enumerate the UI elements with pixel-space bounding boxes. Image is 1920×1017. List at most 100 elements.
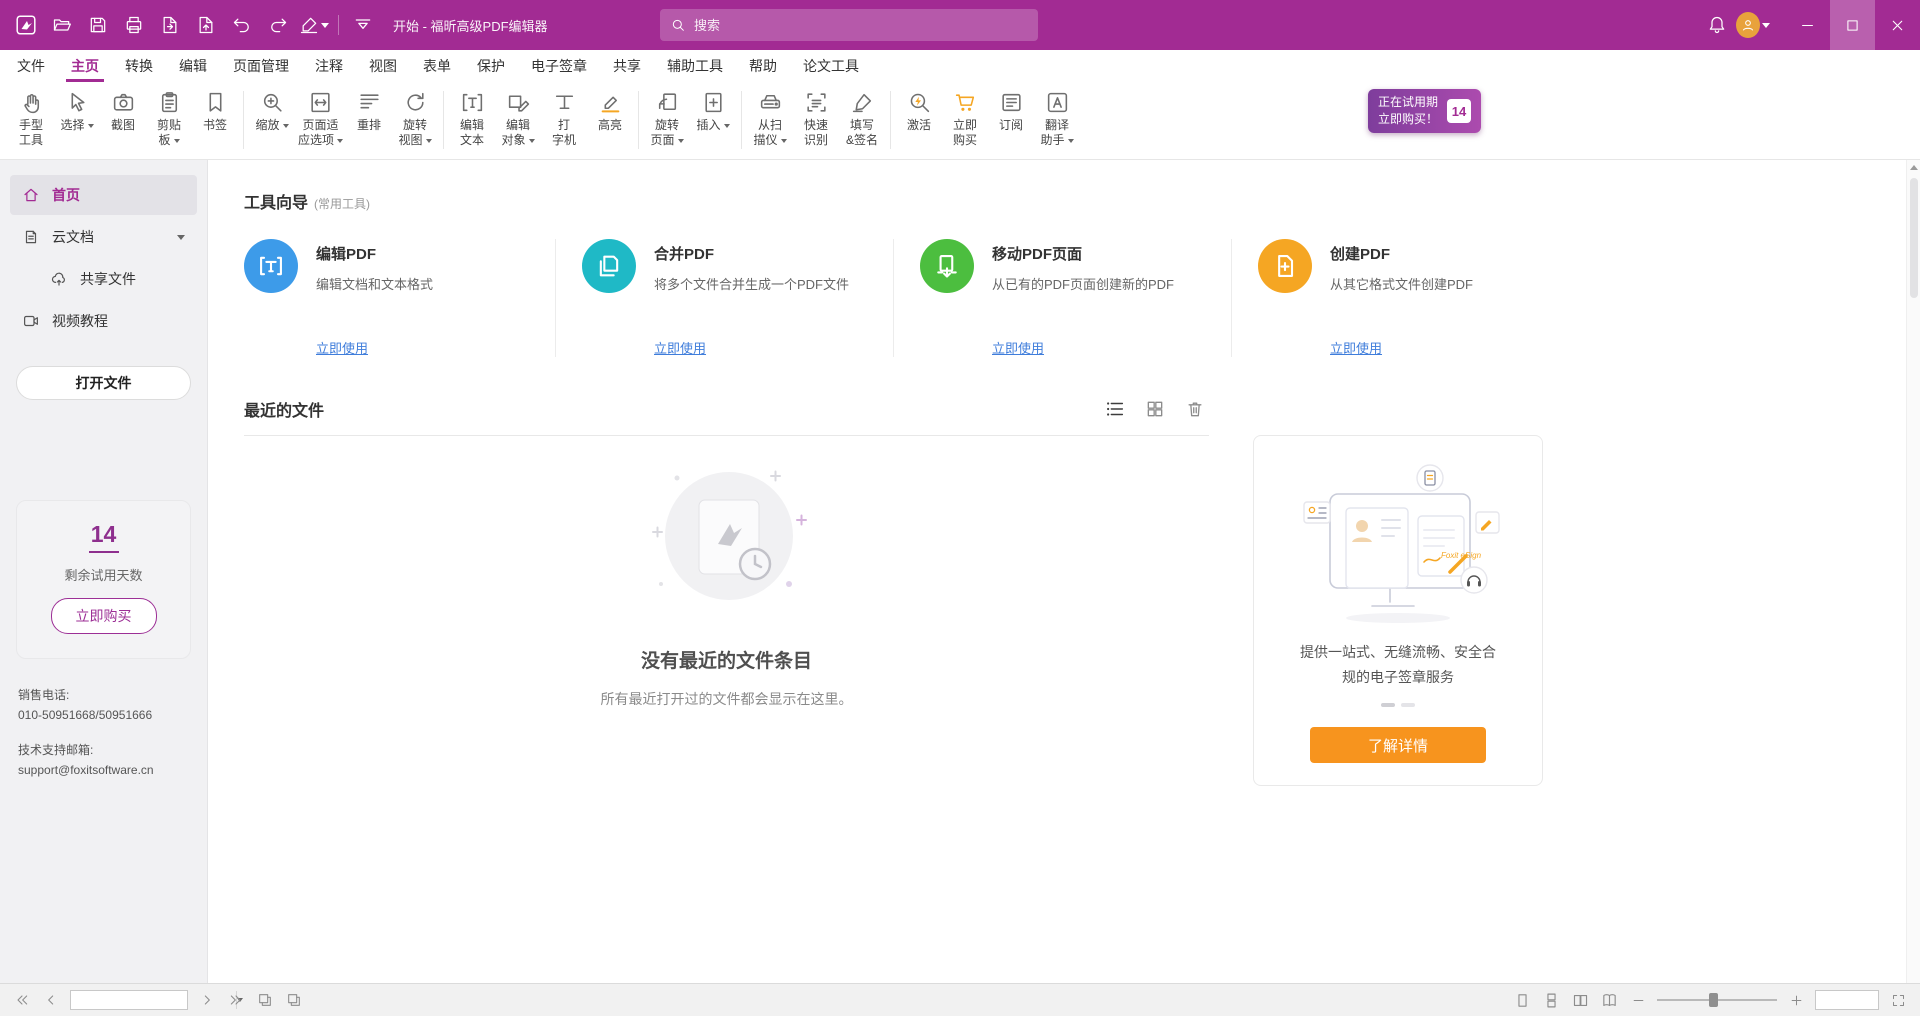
carousel-dot[interactable]	[1401, 703, 1415, 707]
use-now-link[interactable]: 立即使用	[992, 338, 1174, 357]
menu-item-edit[interactable]: 编辑	[166, 49, 220, 82]
menu-item-share[interactable]: 共享	[600, 49, 654, 82]
search-bar[interactable]	[660, 9, 1038, 41]
facing-view-icon[interactable]	[1570, 990, 1590, 1010]
learn-more-button[interactable]: 了解详情	[1310, 727, 1486, 763]
app-logo-icon[interactable]	[9, 8, 43, 42]
save-icon[interactable]	[81, 8, 115, 42]
use-now-link[interactable]: 立即使用	[1330, 338, 1473, 357]
ribbon-bookmark-tool[interactable]: 书签	[192, 88, 238, 135]
caret-down-icon	[426, 139, 432, 143]
tool-card-create-pdf[interactable]: 创建PDF 从其它格式文件创建PDF 立即使用	[1258, 239, 1570, 357]
zoom-in-button[interactable]	[1786, 990, 1806, 1010]
search-input[interactable]	[694, 18, 1028, 33]
carousel-dots[interactable]	[1381, 703, 1415, 707]
sidebar-item-home[interactable]: 首页	[10, 175, 197, 215]
ribbon-subscribe[interactable]: 订阅	[988, 88, 1034, 135]
single-page-view-icon[interactable]	[1512, 990, 1532, 1010]
grid-view-icon[interactable]	[1143, 397, 1167, 421]
ribbon-activate[interactable]: 激活	[896, 88, 942, 135]
minimize-button[interactable]	[1785, 0, 1830, 50]
redo-icon[interactable]	[261, 8, 295, 42]
scrollbar-thumb[interactable]	[1910, 178, 1918, 298]
next-page-button[interactable]	[197, 990, 217, 1010]
tool-card-move-pdf-pages[interactable]: 移动PDF页面 从已有的PDF页面创建新的PDF 立即使用	[920, 239, 1232, 357]
open-file-icon[interactable]	[45, 8, 79, 42]
menu-item-file[interactable]: 文件	[4, 49, 58, 82]
ribbon-typewriter[interactable]: 打 字机	[541, 88, 587, 150]
copy-page-icon[interactable]	[284, 990, 304, 1010]
buy-now-button[interactable]: 立即购买	[51, 598, 157, 634]
share-doc-icon[interactable]	[189, 8, 223, 42]
use-now-link[interactable]: 立即使用	[316, 338, 433, 357]
menu-item-home[interactable]: 主页	[58, 49, 112, 82]
page-number-box[interactable]	[70, 990, 188, 1010]
ribbon-edit-text[interactable]: 编辑 文本	[449, 88, 495, 150]
trial-buy-badge[interactable]: 正在试用期 立即购买！ 14	[1368, 89, 1481, 133]
menu-item-form[interactable]: 表单	[410, 49, 464, 82]
ribbon-rotate-pages[interactable]: 旋转 页面	[644, 88, 690, 150]
print-icon[interactable]	[117, 8, 151, 42]
ribbon-zoom-tool[interactable]: 缩放	[249, 88, 295, 135]
scroll-up-arrow-icon[interactable]	[1910, 165, 1918, 170]
recent-files-title: 最近的文件	[244, 397, 324, 421]
zoom-slider[interactable]	[1657, 992, 1777, 1008]
previous-page-button[interactable]	[41, 990, 61, 1010]
ribbon-highlight[interactable]: 高亮	[587, 88, 633, 135]
ribbon-edit-object[interactable]: 编辑 对象	[495, 88, 541, 150]
tool-card-edit-pdf[interactable]: 编辑PDF 编辑文档和文本格式 立即使用	[244, 239, 556, 357]
menu-item-esign[interactable]: 电子签章	[518, 49, 600, 82]
ribbon-select-tool[interactable]: 选择	[54, 88, 100, 135]
ribbon-insert-pages[interactable]: 插入	[690, 88, 736, 135]
menu-item-convert[interactable]: 转换	[112, 49, 166, 82]
zoom-slider-thumb[interactable]	[1709, 993, 1718, 1007]
ribbon-from-scanner[interactable]: 从扫 描仪	[747, 88, 793, 150]
ribbon-buy-now[interactable]: 立即 购买	[942, 88, 988, 150]
clear-recent-trash-icon[interactable]	[1183, 397, 1207, 421]
use-now-link[interactable]: 立即使用	[654, 338, 849, 357]
first-page-button[interactable]	[12, 990, 32, 1010]
undo-icon[interactable]	[225, 8, 259, 42]
fullscreen-icon[interactable]	[1888, 990, 1908, 1010]
card-title: 移动PDF页面	[992, 243, 1174, 264]
notifications-bell-icon[interactable]	[1700, 8, 1734, 42]
tool-card-merge-pdf[interactable]: 合并PDF 将多个文件合并生成一个PDF文件 立即使用	[582, 239, 894, 357]
open-file-button[interactable]: 打开文件	[16, 366, 191, 400]
menu-item-protect[interactable]: 保护	[464, 49, 518, 82]
ribbon-hand-tool[interactable]: 手型 工具	[8, 88, 54, 150]
carousel-dot-active[interactable]	[1381, 703, 1395, 707]
account-avatar[interactable]	[1736, 8, 1770, 42]
ribbon-rotate-view[interactable]: 旋转 视图	[392, 88, 438, 150]
zoom-out-button[interactable]	[1628, 990, 1648, 1010]
snapshot-icon[interactable]	[255, 990, 275, 1010]
menu-item-page-management[interactable]: 页面管理	[220, 49, 302, 82]
sidebar-item-cloud-docs[interactable]: 云文档	[10, 217, 197, 257]
ribbon-clipboard-tool[interactable]: 剪贴 板	[146, 88, 192, 150]
close-button[interactable]	[1875, 0, 1920, 50]
menu-item-accessibility[interactable]: 辅助工具	[654, 49, 736, 82]
continuous-view-icon[interactable]	[1541, 990, 1561, 1010]
list-view-icon[interactable]	[1103, 397, 1127, 421]
menu-item-paper-tools[interactable]: 论文工具	[790, 49, 872, 82]
caret-down-icon[interactable]	[177, 235, 185, 240]
last-page-button[interactable]	[226, 990, 246, 1010]
ribbon-reflow-tool[interactable]: 重排	[346, 88, 392, 135]
sidebar-item-video-tutorials[interactable]: 视频教程	[10, 301, 197, 341]
ribbon-fit-options[interactable]: 页面适 应选项	[295, 88, 346, 150]
menu-item-view[interactable]: 视图	[356, 49, 410, 82]
esign-tool-icon[interactable]	[297, 8, 331, 42]
export-icon[interactable]	[153, 8, 187, 42]
book-view-icon[interactable]	[1599, 990, 1619, 1010]
ribbon-snapshot-tool[interactable]: 截图	[100, 88, 146, 135]
collapse-ribbon-icon[interactable]	[346, 8, 380, 42]
ribbon-translate-assistant[interactable]: 翻译 助手	[1034, 88, 1080, 150]
sidebar-item-shared-files[interactable]: 共享文件	[10, 259, 197, 299]
menu-item-help[interactable]: 帮助	[736, 49, 790, 82]
vertical-scrollbar[interactable]	[1906, 160, 1920, 983]
restore-button[interactable]	[1830, 0, 1875, 50]
ribbon-fill-sign[interactable]: 填写 &签名	[839, 88, 885, 150]
support-email-address[interactable]: support@foxitsoftware.cn	[18, 760, 189, 780]
zoom-value-box[interactable]	[1815, 990, 1879, 1010]
menu-item-comment[interactable]: 注释	[302, 49, 356, 82]
ribbon-quick-ocr[interactable]: 快速 识别	[793, 88, 839, 150]
